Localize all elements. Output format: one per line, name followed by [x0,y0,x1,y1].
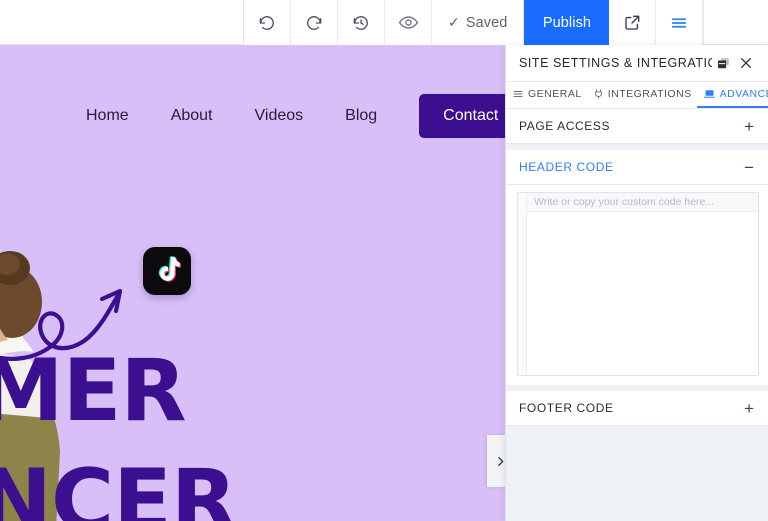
hamburger-lines-icon [513,91,523,97]
section-footer-code[interactable]: FOOTER CODE + [506,391,768,426]
editor-line-number-gutter [518,193,527,375]
section-page-access-label: PAGE ACCESS [519,119,611,133]
section-header-code-label: HEADER CODE [519,160,614,174]
top-toolbar: ✓ Saved Publish [0,0,768,45]
restore-window-icon [717,57,729,68]
section-page-access[interactable]: PAGE ACCESS + [506,109,768,144]
nav-item-about[interactable]: About [171,107,213,125]
open-in-new-tab-button[interactable] [609,0,657,45]
redo-icon [307,15,322,30]
editor-active-line[interactable]: Write or copy your custom code here... [527,193,758,212]
tiktok-icon [158,256,181,282]
laptop-icon [703,90,715,98]
hero-headline-line-2: NCER [0,451,237,521]
saved-label: Saved [465,14,508,31]
undo-button[interactable] [244,0,291,45]
nav-item-videos[interactable]: Videos [255,107,304,125]
hamburger-menu-icon [672,17,687,28]
nav-item-home[interactable]: Home [86,107,129,125]
code-placeholder: Write or copy your custom code here... [534,196,715,208]
panel-restore-button[interactable] [712,51,735,75]
panel-close-button[interactable] [735,51,758,75]
section-header-code[interactable]: HEADER CODE − [506,150,768,185]
plug-icon [594,89,602,99]
saved-status[interactable]: ✓ Saved [432,0,525,45]
history-button[interactable] [338,0,385,45]
hero-headline-line-1: MER [0,341,187,441]
app-root: ✓ Saved Publish Home About Videos Blog C… [0,0,768,521]
section-footer-code-label: FOOTER CODE [519,401,614,415]
panel-empty-area [506,426,768,521]
main-menu-button[interactable] [656,0,704,45]
tab-general-label: GENERAL [528,88,582,100]
check-icon: ✓ [448,14,460,30]
toolbar-right-spacer [703,0,768,44]
site-navigation: Home About Videos Blog Contact [0,85,523,147]
redo-button[interactable] [291,0,338,45]
panel-tab-bar: GENERAL INTEGRATIONS ADVANCED [506,82,768,109]
publish-label: Publish [542,14,592,31]
tab-general[interactable]: GENERAL [506,82,587,108]
close-icon [741,58,752,68]
undo-icon [259,15,274,30]
tiktok-social-icon-button[interactable] [143,247,191,295]
section-header-code-toggle-icon: − [744,157,754,177]
eye-icon [398,16,418,29]
toolbar-left-spacer [0,0,244,44]
tab-integrations-label: INTEGRATIONS [607,88,692,100]
preview-button[interactable] [385,0,432,45]
site-settings-panel: SITE SETTINGS & INTEGRATIO GENERAL INTEG… [505,45,768,521]
tab-advanced-label: ADVANCED [719,88,768,100]
section-page-access-toggle-icon: + [744,116,754,136]
panel-title: SITE SETTINGS & INTEGRATIO [519,56,712,70]
tab-integrations[interactable]: INTEGRATIONS [587,82,697,108]
header-code-editor-wrap: Write or copy your custom code here... [506,185,768,385]
tab-advanced[interactable]: ADVANCED [696,82,768,108]
external-link-icon [625,15,640,30]
nav-item-blog[interactable]: Blog [345,107,377,125]
publish-button[interactable]: Publish [524,0,610,45]
section-footer-code-toggle-icon: + [744,398,754,418]
history-clock-icon [353,15,368,30]
panel-title-bar: SITE SETTINGS & INTEGRATIO [506,45,768,82]
header-code-editor[interactable]: Write or copy your custom code here... [517,192,759,376]
